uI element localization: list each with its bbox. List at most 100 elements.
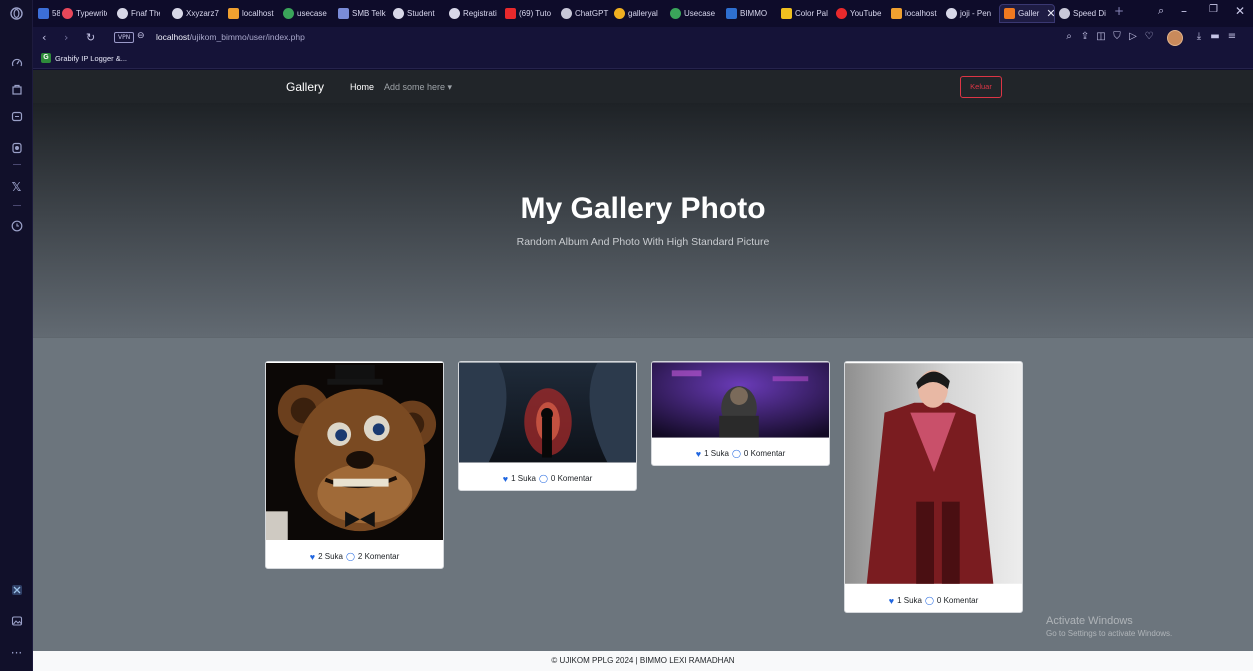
tab-item[interactable]: BIMMO [726, 4, 778, 23]
history-clock-icon[interactable] [6, 215, 27, 236]
restore-window-icon[interactable]: ❐ [1209, 4, 1218, 15]
browser-sidebar: 𝕏 ··· [0, 0, 33, 671]
photo-bear-image[interactable] [266, 362, 443, 541]
vpn-badge[interactable]: VPN [114, 32, 135, 43]
url-field[interactable]: localhost/ujikom_bimmo/user/index.php [156, 32, 305, 42]
tab-favicon-icon [726, 8, 737, 19]
tab-label: Registrati [463, 9, 497, 18]
tab-item[interactable]: YouTube [836, 4, 888, 23]
close-tab-icon[interactable]: ✕ [1046, 7, 1054, 20]
image-gallery-icon[interactable] [6, 610, 27, 631]
photo-card[interactable]: ♥ 2 Suka ◯ 2 Komentar [265, 361, 444, 569]
youtube-icon [505, 8, 516, 19]
menu-icon[interactable]: ≡ [1226, 31, 1238, 43]
opera-logo-icon[interactable] [6, 3, 27, 24]
nav-dropdown-toggle[interactable]: Add some here ▾ [384, 82, 452, 93]
page-subtitle: Random Album And Photo With High Standar… [516, 236, 770, 248]
search-icon[interactable]: ⌕ [1063, 31, 1075, 43]
battery-icon[interactable]: ▬ [1209, 31, 1221, 43]
nav-home-link[interactable]: Home [350, 82, 374, 92]
tab-favicon-icon [449, 8, 460, 19]
tab-label: localhost [905, 9, 937, 18]
comment-bubble-icon[interactable]: ◯ [925, 596, 934, 605]
photo-card[interactable]: ♥ 1 Suka ◯ 0 Komentar [651, 361, 830, 466]
tab-item[interactable]: Xxyzarz7 [172, 4, 220, 23]
tab-item[interactable]: Usecase [670, 4, 720, 23]
x-twitter-icon[interactable]: 𝕏 [6, 176, 27, 197]
reload-icon[interactable]: ↻ [86, 31, 95, 44]
tab-label: Speed Di [1073, 9, 1106, 18]
youtube-icon [836, 8, 847, 19]
tab-label: localhost [242, 9, 274, 18]
tab-item[interactable]: Typewrite [62, 4, 107, 23]
close-window-icon[interactable]: ✕ [1235, 4, 1245, 18]
forward-icon[interactable]: › [64, 31, 68, 44]
avatar[interactable] [1167, 30, 1183, 46]
shopping-bag-icon[interactable] [6, 78, 27, 99]
tab-item[interactable]: usecase [283, 4, 331, 23]
tab-item[interactable]: Speed Di [1059, 4, 1109, 23]
tab-favicon-icon [670, 8, 681, 19]
minimize-icon[interactable]: – [1181, 4, 1187, 18]
bookmark-label: Grabify IP Logger &... [55, 53, 127, 63]
heart-icon[interactable]: ♡ [1143, 31, 1155, 43]
comment-bubble-icon[interactable]: ◯ [346, 552, 355, 561]
logout-button[interactable]: Keluar [960, 76, 1002, 98]
photo-card[interactable]: ♥ 1 Suka ◯ 0 Komentar [844, 361, 1023, 613]
photo-portrait-image[interactable] [845, 362, 1022, 585]
tab-item[interactable]: 58 [38, 4, 60, 23]
messenger-icon[interactable] [6, 106, 27, 127]
tab-item[interactable]: localhost [228, 4, 276, 23]
tab-item[interactable]: galleryal [614, 4, 666, 23]
like-heart-icon[interactable]: ♥ [696, 449, 701, 459]
card-stats: ♥ 1 Suka ◯ 0 Komentar [845, 589, 1022, 612]
tab-item[interactable]: SMB Telk [338, 4, 386, 23]
camera-icon[interactable]: ◫ [1095, 31, 1107, 43]
whatsapp-icon[interactable] [6, 137, 27, 158]
play-icon[interactable]: ▷ [1127, 31, 1139, 43]
tab-item[interactable]: joji - Pen [946, 4, 998, 23]
tab-favicon-icon [228, 8, 239, 19]
shield-icon[interactable]: ⛉ [1111, 31, 1123, 43]
tab-label: Fnaf Ther [131, 9, 160, 18]
like-count: 2 Suka [318, 552, 343, 561]
like-heart-icon[interactable]: ♥ [310, 552, 315, 562]
like-heart-icon[interactable]: ♥ [889, 596, 894, 606]
tab-strip: 58 Typewrite Fnaf Ther Xxyzarz7 localhos… [33, 0, 1253, 27]
photo-purple-scene-image[interactable] [652, 362, 829, 438]
share-icon[interactable]: ⇪ [1079, 31, 1091, 43]
back-icon[interactable]: ‹ [42, 31, 46, 44]
more-dots-icon[interactable]: ··· [6, 642, 27, 663]
tab-item[interactable]: ChatGPT [561, 4, 613, 23]
page-title: My Gallery Photo [520, 192, 766, 225]
site-info-icon[interactable]: ⊖ [137, 31, 145, 41]
tab-label: Typewrite [76, 9, 107, 18]
tab-item-active[interactable]: Galler ✕ [999, 4, 1055, 23]
page-viewport: Gallery Home Add some here ▾ Keluar My G… [33, 70, 1253, 671]
tab-label: SMB Telk [352, 9, 386, 18]
search-tabs-icon[interactable]: ⌕ [1158, 4, 1164, 18]
navbar-brand[interactable]: Gallery [286, 80, 324, 94]
comment-bubble-icon[interactable]: ◯ [732, 449, 741, 458]
tab-favicon-icon [1004, 8, 1015, 19]
like-count: 1 Suka [704, 449, 729, 458]
tab-item[interactable]: Registrati [449, 4, 499, 23]
tab-item[interactable]: Fnaf Ther [117, 4, 160, 23]
download-icon[interactable]: ⤓ [1193, 31, 1205, 43]
photo-dark-scene-image[interactable] [459, 362, 636, 463]
bookmark-item[interactable]: G Grabify IP Logger &... [41, 53, 127, 63]
photo-card[interactable]: ♥ 1 Suka ◯ 0 Komentar [458, 361, 637, 491]
tab-item[interactable]: localhost [891, 4, 943, 23]
tab-favicon-icon [62, 8, 73, 19]
speedometer-icon[interactable] [6, 52, 27, 73]
tab-label: BIMMO [740, 9, 768, 18]
tab-item[interactable]: Student [393, 4, 441, 23]
comment-bubble-icon[interactable]: ◯ [539, 474, 548, 483]
tab-item[interactable]: Color Pal [781, 4, 833, 23]
like-heart-icon[interactable]: ♥ [503, 474, 508, 484]
sidebar-divider [13, 164, 21, 165]
crossed-tools-icon[interactable] [6, 579, 27, 600]
activate-windows-watermark: Activate Windows Go to Settings to activ… [1046, 615, 1172, 638]
tab-item[interactable]: (69) Tuto [505, 4, 555, 23]
new-tab-button[interactable]: + [1114, 4, 1124, 18]
